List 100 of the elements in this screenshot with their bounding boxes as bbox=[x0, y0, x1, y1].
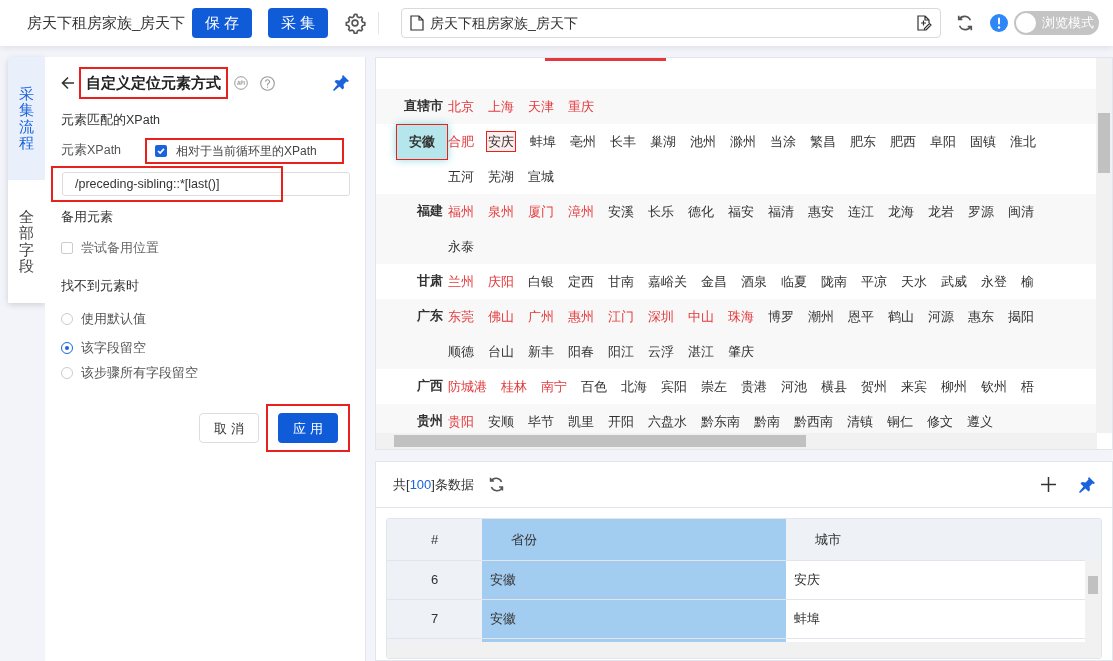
city-link[interactable]: 铜仁 bbox=[887, 411, 913, 432]
city-link[interactable]: 深圳 bbox=[648, 306, 674, 327]
city-link[interactable]: 繁昌 bbox=[810, 131, 836, 152]
city-link[interactable]: 钦州 bbox=[981, 376, 1007, 397]
city-link[interactable]: 博罗 bbox=[768, 306, 794, 327]
city-link[interactable]: 江门 bbox=[608, 306, 634, 327]
xpath-input[interactable]: /preceding-sibling::*[last()] bbox=[62, 171, 350, 196]
city-link[interactable]: 兰州 bbox=[448, 271, 474, 292]
city-link[interactable]: 惠州 bbox=[568, 306, 594, 327]
pin-icon[interactable] bbox=[333, 75, 349, 91]
city-link[interactable]: 福清 bbox=[768, 201, 794, 222]
checkbox[interactable] bbox=[155, 144, 167, 157]
city-link[interactable]: 珠海 bbox=[728, 306, 754, 327]
city-link[interactable]: 阳春 bbox=[568, 341, 594, 362]
side-tab[interactable]: 采集流程 bbox=[8, 57, 45, 180]
city-link[interactable]: 肥西 bbox=[890, 131, 916, 152]
city-link[interactable]: 潮州 bbox=[808, 306, 834, 327]
city-link[interactable]: 开阳 bbox=[608, 411, 634, 432]
city-link[interactable]: 淮北 bbox=[1010, 131, 1036, 152]
city-link[interactable]: 永泰 bbox=[448, 236, 474, 257]
edit-page-icon[interactable] bbox=[916, 15, 932, 31]
city-link[interactable]: 恩平 bbox=[848, 306, 874, 327]
city-link[interactable]: 安顺 bbox=[488, 411, 514, 432]
city-link[interactable]: 梧 bbox=[1021, 376, 1034, 397]
city-link[interactable]: 顺德 bbox=[448, 341, 474, 362]
province-label[interactable]: 广东 bbox=[415, 302, 445, 330]
pin-icon[interactable] bbox=[1079, 476, 1095, 493]
city-link[interactable]: 黔西南 bbox=[794, 411, 833, 432]
city-link[interactable]: 北海 bbox=[621, 376, 647, 397]
city-link[interactable]: 宾阳 bbox=[661, 376, 687, 397]
city-link[interactable]: 遵义 bbox=[967, 411, 993, 432]
city-link[interactable]: 台山 bbox=[488, 341, 514, 362]
city-link[interactable]: 平凉 bbox=[861, 271, 887, 292]
city-link[interactable]: 肇庆 bbox=[728, 341, 754, 362]
city-link[interactable]: 榆 bbox=[1021, 271, 1034, 292]
city-link[interactable]: 金昌 bbox=[701, 271, 727, 292]
add-icon[interactable] bbox=[1041, 477, 1056, 492]
city-link[interactable]: 庆阳 bbox=[488, 271, 514, 292]
city-link[interactable]: 百色 bbox=[581, 376, 607, 397]
horizontal-scrollbar[interactable] bbox=[376, 433, 1097, 449]
province-label[interactable]: 贵州 bbox=[415, 407, 445, 435]
city-link[interactable]: 龙海 bbox=[888, 201, 914, 222]
city-link[interactable]: 清镇 bbox=[847, 411, 873, 432]
city-link[interactable]: 陇南 bbox=[821, 271, 847, 292]
city-link[interactable]: 中山 bbox=[688, 306, 714, 327]
city-link[interactable]: 长丰 bbox=[610, 131, 636, 152]
province-label[interactable]: 福建 bbox=[415, 197, 445, 225]
city-link[interactable]: 桂林 bbox=[501, 376, 527, 397]
city-link[interactable]: 酒泉 bbox=[741, 271, 767, 292]
city-link[interactable]: 阜阳 bbox=[930, 131, 956, 152]
vertical-scrollbar[interactable] bbox=[1085, 560, 1101, 642]
city-link[interactable]: 福安 bbox=[728, 201, 754, 222]
city-link[interactable]: 防城港 bbox=[448, 376, 487, 397]
city-link[interactable]: 临夏 bbox=[781, 271, 807, 292]
city-link[interactable]: 连江 bbox=[848, 201, 874, 222]
city-link[interactable]: 漳州 bbox=[568, 201, 594, 222]
column-header[interactable]: 城市 bbox=[786, 519, 1089, 560]
vertical-scrollbar[interactable] bbox=[1096, 58, 1112, 433]
city-link[interactable]: 重庆 bbox=[568, 96, 594, 117]
refresh-icon[interactable] bbox=[487, 476, 505, 493]
city-link[interactable]: 芜湖 bbox=[488, 166, 514, 187]
city-link[interactable]: 合肥 bbox=[448, 131, 474, 152]
city-link[interactable]: 福州 bbox=[448, 201, 474, 222]
side-tab[interactable]: 全部字段 bbox=[8, 180, 45, 303]
horizontal-scrollbar[interactable] bbox=[387, 642, 1101, 658]
city-link[interactable]: 东莞 bbox=[448, 306, 474, 327]
city-link[interactable]: 黔东南 bbox=[701, 411, 740, 432]
city-link[interactable]: 揭阳 bbox=[1008, 306, 1034, 327]
city-link[interactable]: 河源 bbox=[928, 306, 954, 327]
city-link[interactable]: 湛江 bbox=[688, 341, 714, 362]
city-link[interactable]: 贵阳 bbox=[448, 411, 474, 432]
city-link[interactable]: 亳州 bbox=[570, 131, 596, 152]
city-link[interactable]: 长乐 bbox=[648, 201, 674, 222]
cancel-button[interactable]: 取 消 bbox=[199, 413, 259, 444]
city-link[interactable]: 柳州 bbox=[941, 376, 967, 397]
city-link[interactable]: 定西 bbox=[568, 271, 594, 292]
city-link[interactable]: 永登 bbox=[981, 271, 1007, 292]
city-link[interactable]: 龙岩 bbox=[928, 201, 954, 222]
refresh-icon[interactable] bbox=[956, 14, 974, 32]
city-link[interactable]: 罗源 bbox=[968, 201, 994, 222]
city-link[interactable]: 毕节 bbox=[528, 411, 554, 432]
city-link[interactable]: 云浮 bbox=[648, 341, 674, 362]
province-label[interactable]: 广西 bbox=[415, 372, 445, 400]
city-link[interactable]: 池州 bbox=[690, 131, 716, 152]
city-link[interactable]: 北京 bbox=[448, 96, 474, 117]
city-link[interactable]: 白银 bbox=[528, 271, 554, 292]
settings-icon[interactable] bbox=[344, 12, 366, 34]
help-icon[interactable] bbox=[260, 75, 275, 91]
city-link[interactable]: 修文 bbox=[927, 411, 953, 432]
city-link[interactable]: 滁州 bbox=[730, 131, 756, 152]
city-link[interactable]: 鹤山 bbox=[888, 306, 914, 327]
province-label[interactable]: 直辖市 bbox=[402, 92, 445, 120]
city-link[interactable]: 天水 bbox=[901, 271, 927, 292]
city-link[interactable]: 固镇 bbox=[970, 131, 996, 152]
city-link[interactable]: 来宾 bbox=[901, 376, 927, 397]
city-link[interactable]: 崇左 bbox=[701, 376, 727, 397]
city-link[interactable]: 惠安 bbox=[808, 201, 834, 222]
city-link[interactable]: 凯里 bbox=[568, 411, 594, 432]
city-link[interactable]: 巢湖 bbox=[650, 131, 676, 152]
back-arrow-icon[interactable] bbox=[61, 76, 75, 90]
